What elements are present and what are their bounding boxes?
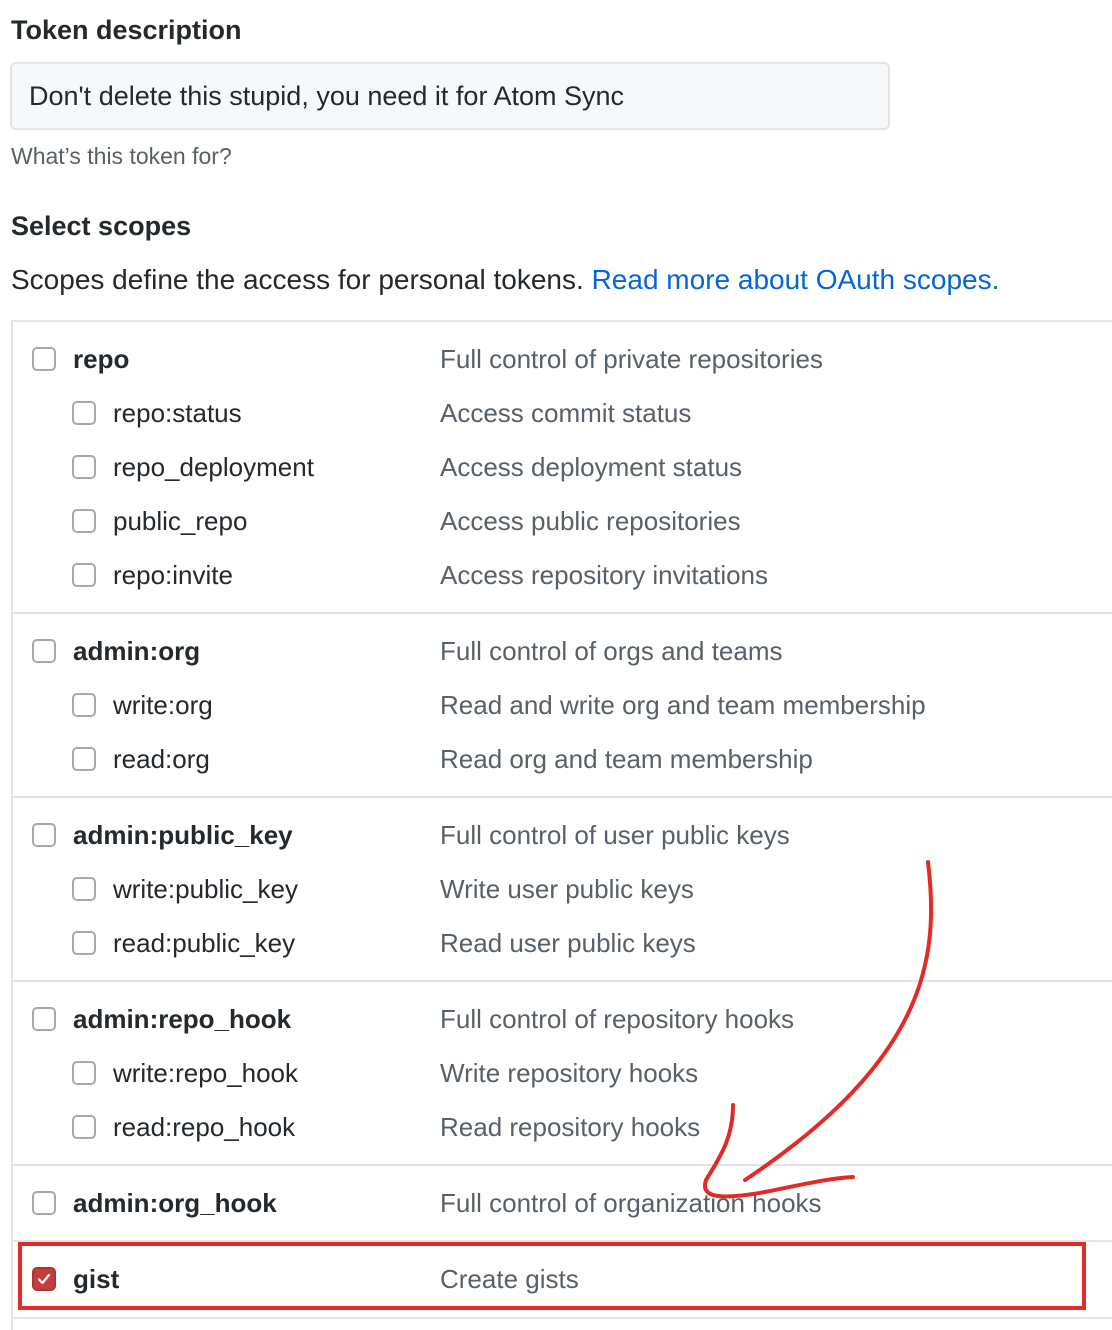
scope-description: Write repository hooks [440, 1058, 699, 1088]
scope-description: Write user public keys [440, 874, 694, 904]
scope-row-admin-public-key: admin:public_key Full control of user pu… [0, 809, 1112, 863]
scope-description: Full control of user public keys [440, 820, 790, 850]
scope-description: Full control of organization hooks [440, 1188, 822, 1218]
scope-row-write-repo-hook: write:repo_hook Write repository hooks [0, 1047, 1112, 1101]
admin-repo-hook-checkbox[interactable] [32, 1007, 56, 1031]
scope-name: repo [73, 344, 130, 374]
scope-name: admin:public_key [73, 820, 293, 850]
oauth-scopes-link[interactable]: Read more about OAuth scopes. [592, 264, 1000, 295]
scope-row-write-public-key: write:public_key Write user public keys [0, 863, 1112, 917]
gist-highlight-box [18, 1242, 1086, 1310]
scope-group-divider [11, 1164, 1112, 1166]
scope-name: admin:repo_hook [73, 1004, 292, 1034]
scope-row-repo: repo Full control of private repositorie… [0, 333, 1112, 387]
scopes-description-text: Scopes define the access for personal to… [11, 264, 584, 295]
token-help-text: What’s this token for? [11, 143, 232, 169]
scope-name: public_repo [113, 506, 248, 536]
scope-row-read-repo-hook: read:repo_hook Read repository hooks [0, 1101, 1112, 1155]
scope-description: Access deployment status [440, 452, 743, 482]
scope-description: Read repository hooks [440, 1112, 701, 1142]
scope-name: admin:org [73, 636, 201, 666]
scope-description: Full control of repository hooks [440, 1004, 795, 1034]
scope-row-repo-status: repo:status Access commit status [0, 387, 1112, 441]
scope-group-divider [11, 796, 1112, 798]
scope-name: admin:org_hook [73, 1188, 277, 1218]
read-public-key-checkbox[interactable] [72, 931, 96, 955]
scope-row-read-org: read:org Read org and team membership [0, 733, 1112, 787]
scope-description: Access repository invitations [440, 560, 769, 590]
repo-deployment-checkbox[interactable] [72, 455, 96, 479]
scope-group-divider [11, 980, 1112, 982]
admin-org-checkbox[interactable] [32, 639, 56, 663]
write-repo-hook-checkbox[interactable] [72, 1061, 96, 1085]
scope-row-public-repo: public_repo Access public repositories [0, 495, 1112, 549]
scope-name: read:repo_hook [113, 1112, 296, 1142]
write-public-key-checkbox[interactable] [72, 877, 96, 901]
admin-public-key-checkbox[interactable] [32, 823, 56, 847]
scope-description: Read and write org and team membership [440, 690, 926, 720]
scope-name: write:repo_hook [113, 1058, 298, 1088]
repo-invite-checkbox[interactable] [72, 563, 96, 587]
write-org-checkbox[interactable] [72, 693, 96, 717]
token-description-input[interactable]: Don't delete this stupid, you need it fo… [10, 62, 890, 130]
scope-name: read:public_key [113, 928, 296, 958]
scope-description: Full control of private repositories [440, 344, 823, 374]
scope-group-divider [11, 612, 1112, 614]
scope-row-admin-org-hook: admin:org_hook Full control of organizat… [0, 1177, 1112, 1231]
read-repo-hook-checkbox[interactable] [72, 1115, 96, 1139]
scope-name: repo_deployment [113, 452, 314, 482]
read-org-checkbox[interactable] [72, 747, 96, 771]
scope-name: read:org [113, 744, 210, 774]
scope-description: Access commit status [440, 398, 692, 428]
scope-name: repo:status [113, 398, 242, 428]
scope-name: write:public_key [113, 874, 298, 904]
repo-status-checkbox[interactable] [72, 401, 96, 425]
scope-description: Read user public keys [440, 928, 696, 958]
admin-org-hook-checkbox[interactable] [32, 1191, 56, 1215]
select-scopes-heading: Select scopes [11, 211, 192, 241]
scope-name: write:org [113, 690, 213, 720]
scope-description: Read org and team membership [440, 744, 813, 774]
scope-row-write-org: write:org Read and write org and team me… [0, 679, 1112, 733]
scope-description: Access public repositories [440, 506, 741, 536]
scope-group-divider [11, 1317, 1112, 1319]
scope-row-repo-deployment: repo_deployment Access deployment status [0, 441, 1112, 495]
scope-name: repo:invite [113, 560, 233, 590]
scope-row-read-public-key: read:public_key Read user public keys [0, 917, 1112, 971]
token-description-heading: Token description [11, 15, 242, 45]
repo-checkbox[interactable] [32, 347, 56, 371]
scope-row-repo-invite: repo:invite Access repository invitation… [0, 549, 1112, 603]
scope-row-admin-repo-hook: admin:repo_hook Full control of reposito… [0, 993, 1112, 1047]
scope-description: Full control of orgs and teams [440, 636, 783, 666]
scopes-description: Scopes define the access for personal to… [11, 263, 999, 297]
scope-row-admin-org: admin:org Full control of orgs and teams [0, 625, 1112, 679]
public-repo-checkbox[interactable] [72, 509, 96, 533]
